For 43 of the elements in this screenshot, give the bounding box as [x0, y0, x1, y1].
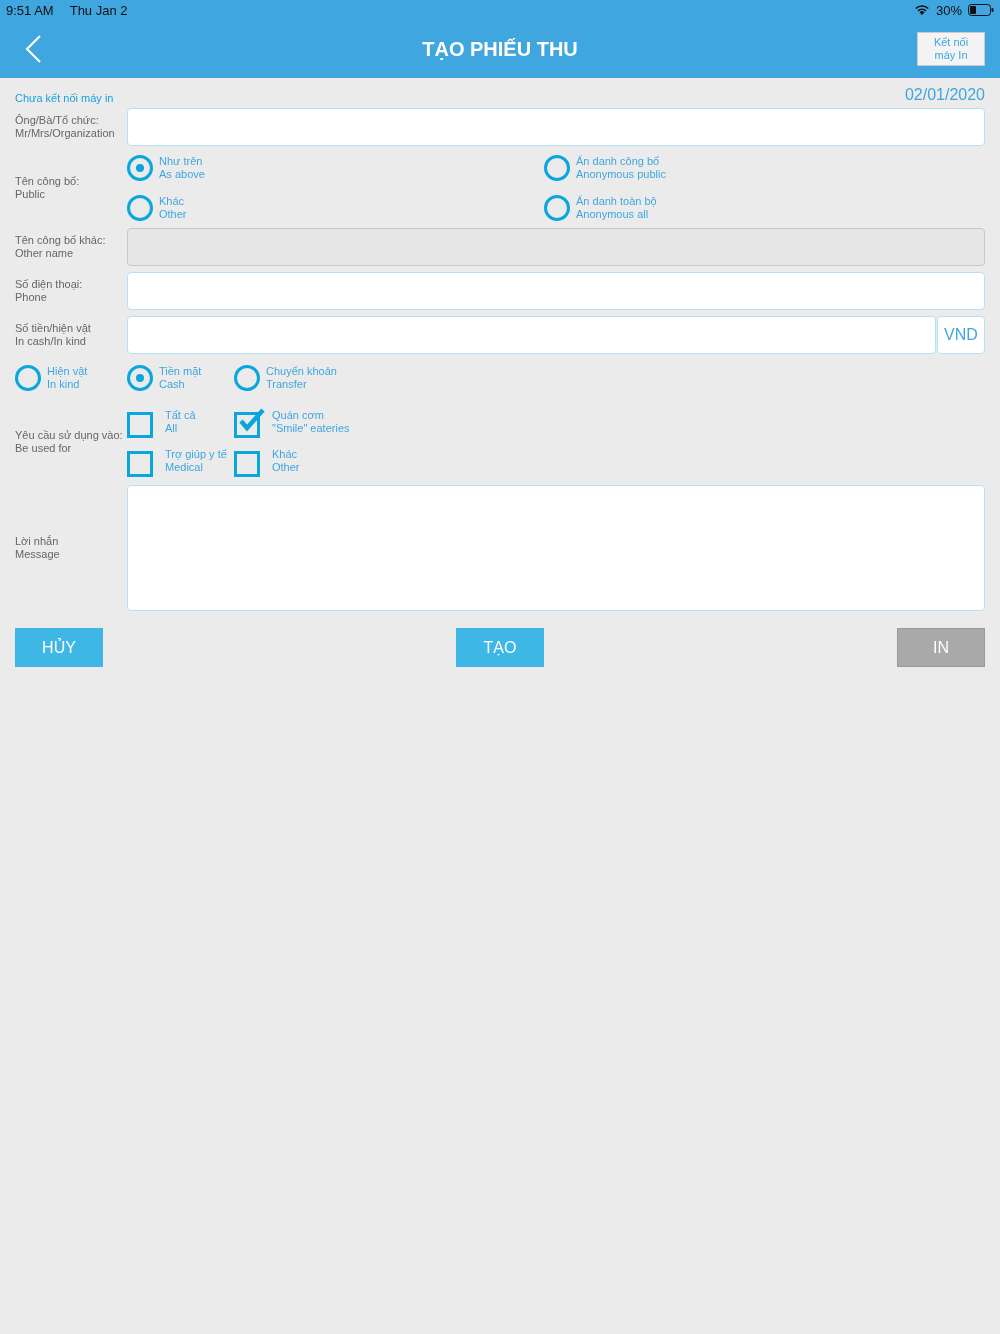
status-date: Thu Jan 2: [69, 2, 128, 18]
date-text: 02/01/2020: [904, 86, 985, 104]
radio-button[interactable]: [127, 155, 153, 181]
name-input-field[interactable]: [127, 108, 985, 146]
message-input-field[interactable]: [127, 485, 985, 611]
option-label: Ẩn danh toàn bộ Anonymous all: [576, 195, 657, 221]
option-label: Như trên As above: [159, 155, 205, 181]
option-label: Ẩn danh công bố Anonymous public: [576, 155, 666, 181]
checkbox[interactable]: [234, 406, 266, 438]
currency-unit: VND: [937, 316, 985, 354]
back-button[interactable]: [24, 34, 42, 64]
option-label: Chuyển khoản Transfer: [266, 365, 337, 391]
printer-status: Chưa kết nối máy in: [15, 92, 114, 104]
option-label: Tất cả All: [165, 409, 196, 435]
field-label: Yêu cầu sử dụng vào: Be used for: [15, 428, 124, 455]
battery-percent: 30%: [935, 2, 962, 18]
battery-icon: [968, 4, 994, 16]
option-label: Trợ giúp y tế Medical: [165, 448, 227, 474]
option-label: Khác Other: [272, 448, 300, 474]
create-button[interactable]: TẠO: [456, 628, 544, 667]
page-title: TẠO PHIẾU THU: [422, 37, 578, 61]
option-label: Tiền mặt Cash: [159, 365, 202, 391]
field-label: Lời nhắn Message: [15, 535, 61, 561]
option-label: Quán cơm "Smile" eateries: [272, 409, 350, 435]
option-label: Khác Other: [159, 195, 187, 221]
field-label: Số điện thoại: Phone: [15, 278, 84, 304]
phone-input-field[interactable]: [127, 272, 985, 310]
field-label: Tên công bố: Public: [15, 175, 81, 201]
field-label: Số tiền/hiện vật In cash/In kind: [15, 322, 92, 348]
field-label: Tên công bố khác: Other name: [15, 234, 107, 260]
radio-button[interactable]: [234, 365, 260, 391]
printer-connect-button[interactable]: Kết nối máy In: [917, 32, 985, 66]
radio-button[interactable]: [544, 155, 570, 181]
amount-input-field[interactable]: [127, 316, 936, 354]
radio-button[interactable]: [127, 365, 153, 391]
radio-button[interactable]: [127, 195, 153, 221]
radio-button[interactable]: [544, 195, 570, 221]
cancel-button[interactable]: HỦY: [15, 628, 103, 667]
radio-button[interactable]: [15, 365, 41, 391]
wifi-icon: [913, 4, 930, 16]
status-time: 9:51 AM: [6, 2, 54, 18]
option-label: Hiện vật In kind: [47, 365, 88, 391]
field-label: Ông/Bà/Tổ chức: Mr/Mrs/Organization: [15, 114, 116, 140]
